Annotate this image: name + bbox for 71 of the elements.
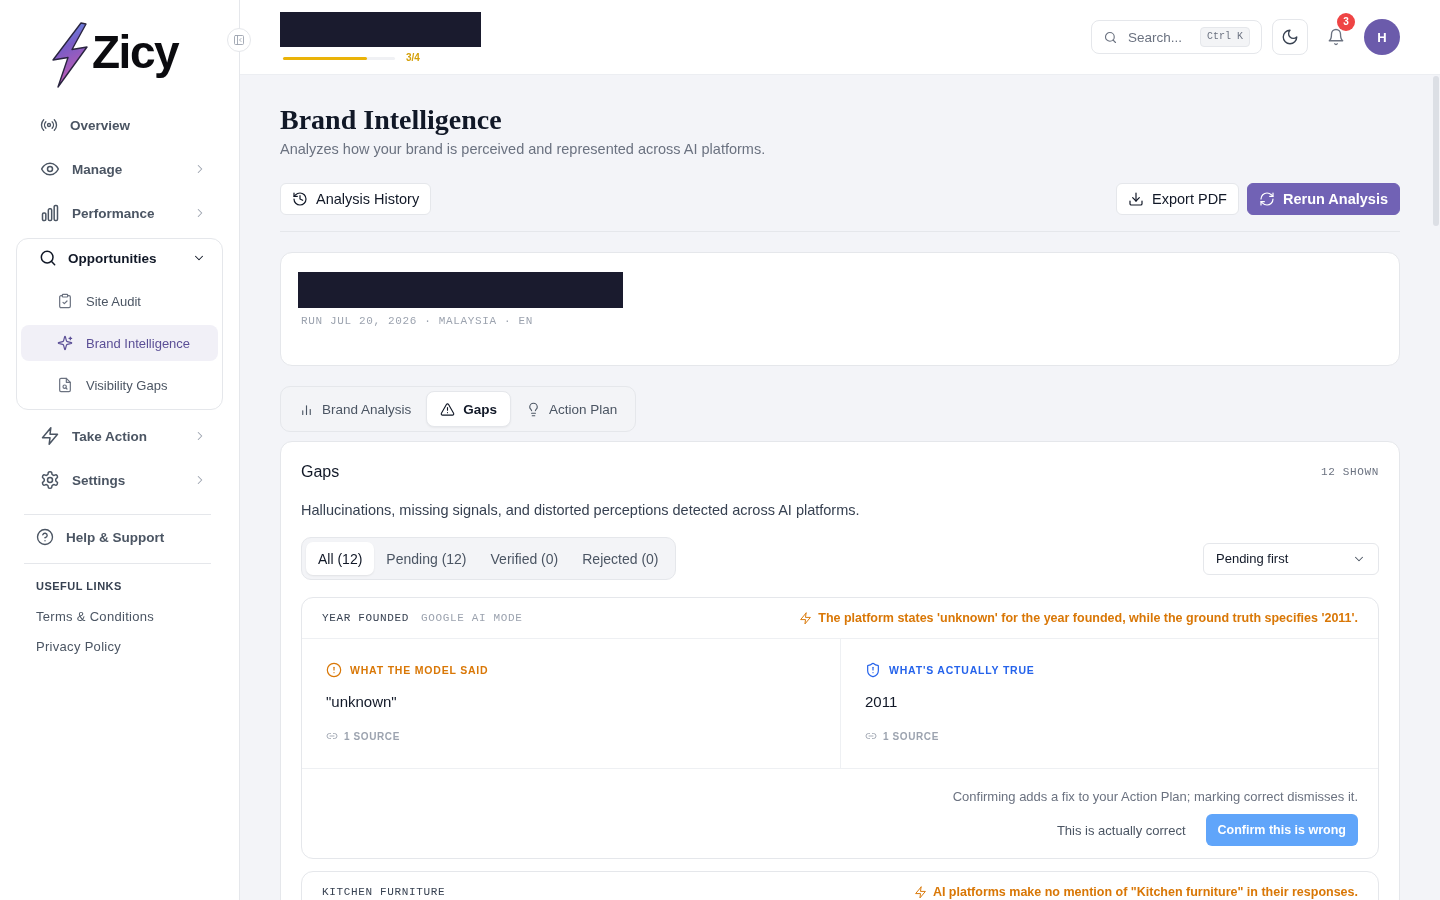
platform-label: GOOGLE AI MODE	[421, 611, 523, 625]
download-icon	[1128, 191, 1145, 207]
nav-item[interactable]: Opportunities	[17, 239, 222, 277]
sort-dropdown[interactable]: Pending first	[1203, 542, 1379, 575]
alert-circle-icon	[326, 662, 342, 678]
section-title: Gaps	[301, 462, 340, 482]
gap-summary: AI platforms make no mention of "Kitchen furniture" in their responses.	[932, 884, 1358, 900]
broadcast-icon	[40, 116, 58, 134]
nav-item[interactable]: Take Action	[16, 414, 223, 458]
history-icon	[292, 191, 308, 207]
help-icon	[36, 528, 54, 546]
shown-count: 12 SHOWN	[1321, 465, 1379, 479]
sidebar-panel-icon	[233, 34, 245, 46]
footer-link[interactable]: Privacy Policy	[36, 637, 122, 657]
tab[interactable]: Action Plan	[512, 391, 632, 427]
page-title: Brand Intelligence	[280, 103, 502, 137]
attribute-label: KITCHEN FURNITURE	[322, 885, 446, 899]
gap-summary: The platform states 'unknown' for the year founded, while the ground truth specifies '2011'.	[818, 610, 1358, 626]
sidebar-toggle-button[interactable]	[227, 28, 251, 52]
filter-tab[interactable]: Rejected (0)	[570, 542, 671, 575]
rerun-button[interactable]: Rerun Analysis	[1246, 183, 1400, 215]
nav-item[interactable]: Settings	[16, 458, 223, 502]
clipboard-check-icon	[57, 293, 73, 309]
tab[interactable]: Brand Analysis	[285, 391, 426, 427]
history-button[interactable]: Analysis History	[280, 183, 432, 215]
nav-item[interactable]: Performance	[16, 191, 223, 235]
help-link[interactable]: Help & Support	[16, 519, 223, 555]
filter-tab[interactable]: All (12)	[306, 542, 375, 575]
page-subtitle: Analyzes how your brand is perceived and represented across AI platforms.	[280, 140, 766, 159]
theme-toggle-button[interactable]	[1272, 19, 1308, 55]
file-search-icon	[57, 377, 73, 393]
settings-icon	[40, 470, 60, 490]
bar-chart-icon	[40, 203, 60, 223]
filter-tab[interactable]: Verified (0)	[478, 542, 571, 575]
avatar[interactable]: H	[1364, 19, 1400, 55]
column-label: WHAT'S ACTUALLY TRUE	[889, 664, 1035, 676]
link-icon	[326, 730, 338, 742]
nav-subitem[interactable]: Site Audit	[21, 283, 218, 319]
lightning-icon	[799, 611, 813, 625]
action-note: Confirming adds a fix to your Action Plan; marking correct dismisses it.	[952, 788, 1358, 806]
nav-subitem[interactable]: Visibility Gaps	[21, 367, 218, 403]
nav-subitem[interactable]: Brand Intelligence	[21, 325, 218, 361]
nav-item[interactable]: Overview	[16, 103, 223, 147]
progress-label: 3/4	[406, 51, 420, 65]
link-icon	[865, 730, 877, 742]
section-description: Hallucinations, missing signals, and distorted perceptions detected across AI platforms.	[301, 501, 860, 520]
lightning-icon	[913, 885, 927, 899]
refresh-icon	[1258, 191, 1275, 207]
bell-icon	[1327, 28, 1345, 46]
shield-icon	[865, 662, 881, 678]
tab[interactable]: Gaps	[426, 391, 512, 427]
column-label: WHAT THE MODEL SAID	[350, 664, 489, 676]
footer-link[interactable]: Terms & Conditions	[36, 607, 155, 627]
search-icon	[38, 248, 58, 268]
nav-item[interactable]: Manage	[16, 147, 223, 191]
warning-icon	[440, 401, 456, 417]
lightning-icon	[40, 426, 60, 446]
truth-value: 2011	[865, 692, 898, 712]
moon-icon	[1281, 28, 1299, 46]
search-icon	[1103, 30, 1118, 45]
run-meta: RUN JUL 20, 2026 · MALAYSIA · EN	[300, 314, 534, 328]
export-button[interactable]: Export PDF	[1116, 183, 1239, 215]
section-heading: USEFUL LINKS	[35, 580, 123, 593]
notification-badge: 3	[1337, 13, 1355, 31]
dismiss-button[interactable]: This is actually correct	[1044, 814, 1198, 846]
sparkles-icon	[57, 335, 73, 351]
shortcut-hint: Ctrl K	[1200, 27, 1250, 47]
attribute-label: YEAR FOUNDED	[322, 611, 409, 625]
filter-tab[interactable]: Pending (12)	[374, 542, 479, 575]
lightning-logo-icon	[50, 22, 90, 88]
claim-value: "unknown"	[326, 692, 397, 712]
